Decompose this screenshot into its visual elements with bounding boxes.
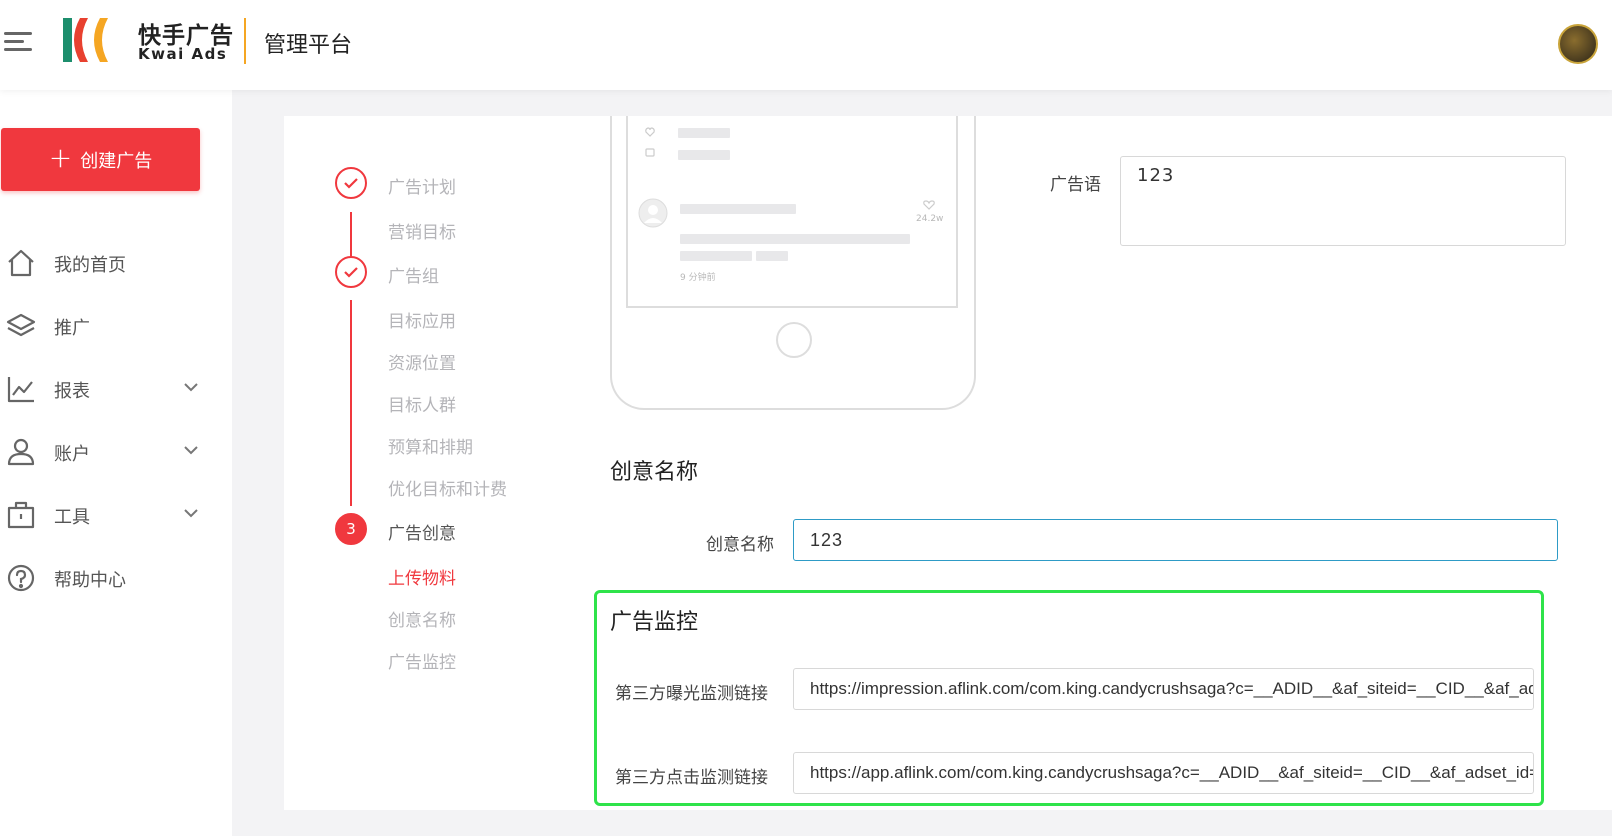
- help-icon: [7, 564, 35, 592]
- heart-icon: [923, 200, 935, 210]
- step-audience[interactable]: 目标人群: [388, 391, 456, 416]
- step-placement[interactable]: 资源位置: [388, 349, 456, 374]
- avatar-placeholder-icon: [638, 198, 668, 228]
- layers-icon: [6, 313, 36, 337]
- chevron-down-icon: [184, 446, 198, 455]
- sidebar-item-label: 账户: [54, 444, 90, 465]
- sidebar-item-promotion[interactable]: 推广: [0, 303, 232, 347]
- sidebar-item-home[interactable]: 我的首页: [0, 240, 232, 284]
- likes-count: 24.2w: [916, 214, 944, 224]
- sidebar-item-help[interactable]: 帮助中心: [0, 555, 232, 599]
- phone-home-button: [776, 322, 812, 358]
- sidebar-item-reports[interactable]: 报表: [0, 366, 232, 410]
- step-ad-monitoring[interactable]: 广告监控: [388, 648, 456, 673]
- step-upload-material[interactable]: 上传物料: [388, 564, 456, 589]
- impression-link-input[interactable]: https://impression.aflink.com/com.king.c…: [793, 668, 1534, 710]
- creative-name-input[interactable]: 123: [793, 519, 1558, 561]
- user-avatar[interactable]: [1558, 24, 1598, 64]
- step-number-badge: 3: [335, 513, 367, 545]
- step-creative-name[interactable]: 创意名称: [388, 606, 456, 631]
- sidebar: + 创建广告 我的首页 推广 报表 账户 工具 帮助中心: [0, 90, 232, 836]
- click-link-input[interactable]: https://app.aflink.com/com.king.candycru…: [793, 752, 1534, 794]
- step-connector: [350, 300, 352, 506]
- step-connector: [350, 212, 352, 258]
- plus-icon: +: [48, 141, 73, 174]
- user-icon: [7, 438, 35, 466]
- chevron-down-icon: [184, 383, 198, 392]
- click-link-label: 第三方点击监测链接: [615, 768, 768, 788]
- logo-divider: [244, 18, 246, 64]
- placeholder-bar: [678, 128, 730, 138]
- placeholder-bar: [680, 204, 796, 214]
- brand-name-en: Kwai Ads: [138, 45, 228, 63]
- chart-icon: [7, 377, 34, 403]
- phone-preview: 24.2w 9 分钟前: [610, 116, 976, 410]
- sidebar-item-label: 报表: [54, 381, 90, 402]
- impression-link-label: 第三方曝光监测链接: [615, 684, 768, 704]
- sidebar-item-label: 推广: [54, 318, 90, 339]
- sidebar-item-account[interactable]: 账户: [0, 429, 232, 473]
- ad-monitoring-section-title: 广告监控: [610, 610, 699, 635]
- top-header: 快手广告 Kwai Ads 管理平台: [0, 0, 1612, 90]
- ad-copy-label: 广告语: [1050, 175, 1101, 195]
- sidebar-item-label: 我的首页: [54, 255, 126, 276]
- home-icon: [8, 249, 34, 277]
- step-done-icon: [335, 256, 367, 288]
- kwai-logo-icon: [63, 18, 108, 62]
- step-ad-plan[interactable]: 广告计划: [388, 173, 456, 198]
- sidebar-item-label: 工具: [54, 507, 90, 528]
- creative-name-label: 创意名称: [706, 535, 774, 555]
- like-comment-icons: [645, 127, 655, 157]
- main-content: 广告计划 营销目标 广告组 目标应用 资源位置 目标人群 预算和排期 优化目标和…: [284, 116, 1612, 810]
- placeholder-bar: [678, 150, 730, 160]
- platform-title: 管理平台: [264, 33, 353, 58]
- placeholder-bar: [756, 251, 788, 261]
- step-ad-group[interactable]: 广告组: [388, 262, 439, 287]
- toolbox-icon: [7, 501, 35, 529]
- step-target-app[interactable]: 目标应用: [388, 307, 456, 332]
- post-time: 9 分钟前: [680, 273, 716, 283]
- sidebar-item-tools[interactable]: 工具: [0, 492, 232, 536]
- phone-screen: 24.2w 9 分钟前: [626, 116, 958, 308]
- step-done-icon: [335, 167, 367, 199]
- placeholder-bar: [680, 234, 910, 244]
- sidebar-item-label: 帮助中心: [54, 570, 126, 591]
- hamburger-menu-icon[interactable]: [4, 30, 32, 54]
- step-budget[interactable]: 预算和排期: [388, 433, 473, 458]
- placeholder-bar: [680, 251, 752, 261]
- create-ad-button[interactable]: + 创建广告: [1, 128, 200, 191]
- step-marketing-goal[interactable]: 营销目标: [388, 218, 456, 243]
- ad-copy-textarea[interactable]: 123: [1120, 156, 1566, 246]
- create-ad-label: 创建广告: [80, 150, 153, 172]
- creative-name-section-title: 创意名称: [610, 460, 699, 485]
- step-optimization[interactable]: 优化目标和计费: [388, 475, 507, 500]
- step-ad-creative[interactable]: 广告创意: [388, 519, 456, 544]
- chevron-down-icon: [184, 509, 198, 518]
